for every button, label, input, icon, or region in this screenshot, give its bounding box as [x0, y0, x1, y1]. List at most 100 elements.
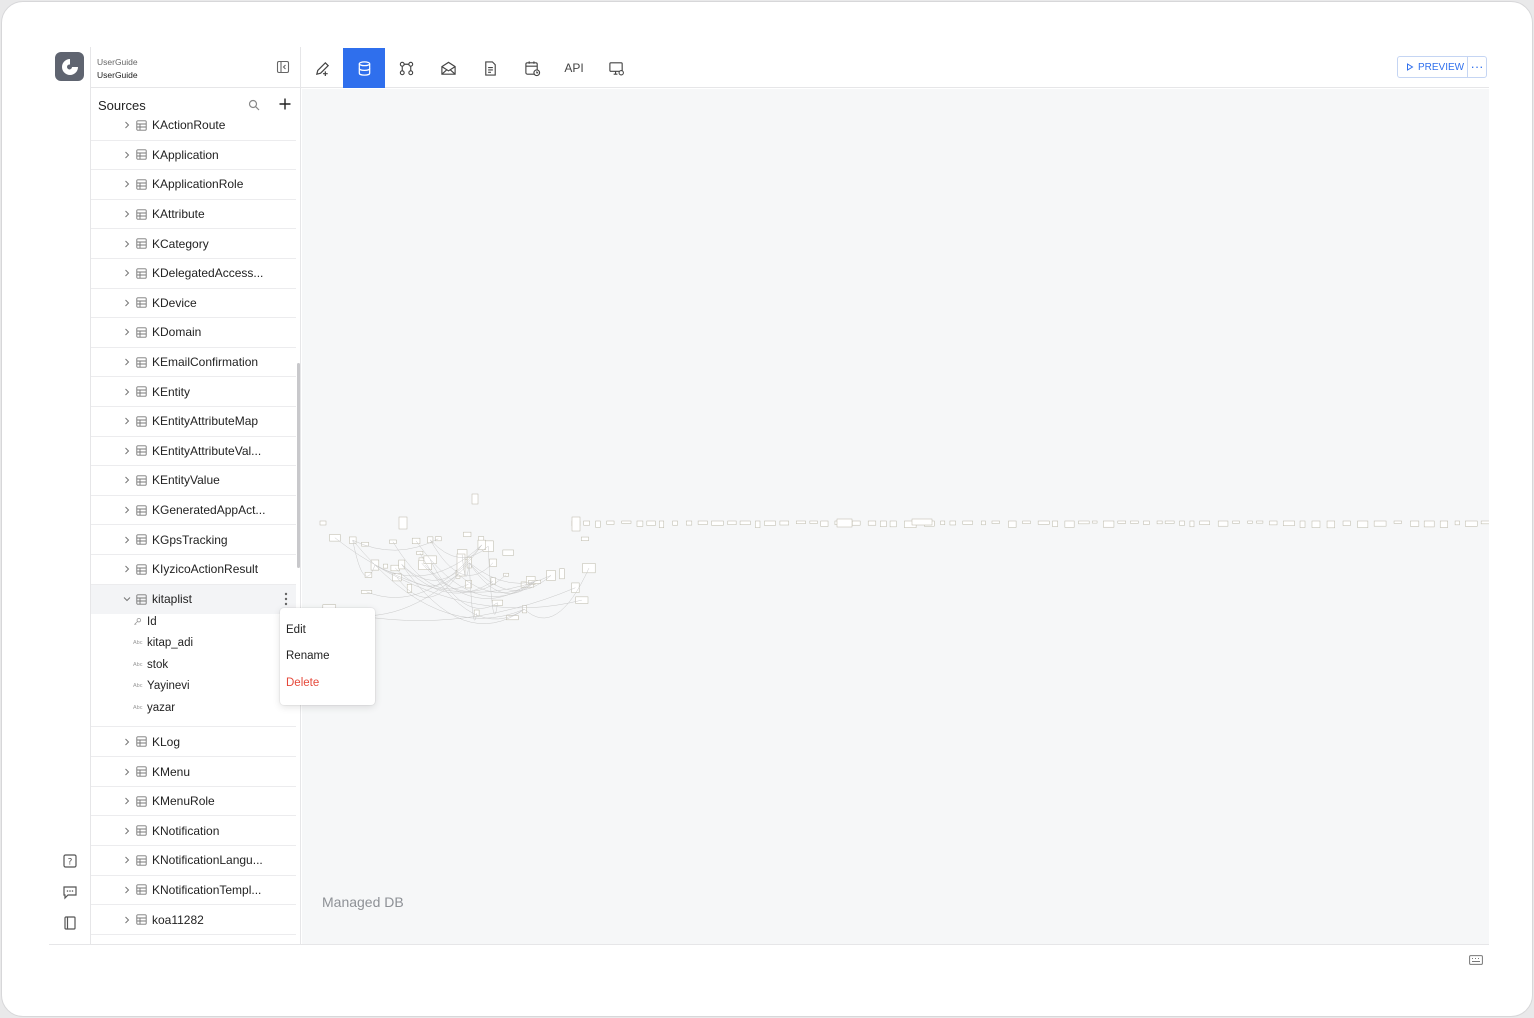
chevron-right-icon[interactable]	[122, 826, 132, 836]
table-row[interactable]: KEmailConfirmation	[91, 348, 296, 378]
menu-item-rename[interactable]: Rename	[286, 650, 329, 662]
table-row[interactable]: KLog	[91, 728, 296, 758]
chevron-right-icon[interactable]	[122, 915, 132, 925]
project-header: UserGuide UserGuide	[91, 47, 301, 88]
table-row[interactable]: koa11282	[91, 905, 296, 935]
app-logo[interactable]	[55, 52, 84, 81]
table-icon	[136, 534, 147, 545]
field-row[interactable]: Abc Yayinevi	[91, 676, 296, 698]
chevron-right-icon[interactable]	[122, 416, 132, 426]
chevron-right-icon[interactable]	[122, 150, 132, 160]
search-icon[interactable]	[248, 99, 260, 111]
table-row[interactable]: KApplication	[91, 141, 296, 171]
table-row[interactable]: KDelegatedAccess...	[91, 259, 296, 289]
chevron-right-icon[interactable]	[122, 239, 132, 249]
tab-documents[interactable]	[469, 48, 511, 88]
schema-node	[1008, 520, 1017, 528]
tab-scheduler[interactable]	[511, 48, 553, 88]
chevron-right-icon[interactable]	[122, 796, 132, 806]
table-name: KNotificationLangu...	[152, 853, 263, 868]
field-row[interactable]: Abc stok	[91, 654, 296, 676]
table-name: KEntityValue	[152, 473, 220, 488]
schema-node	[1064, 520, 1075, 528]
schema-node	[1326, 520, 1335, 529]
table-row[interactable]: KEntityAttributeVal...	[91, 437, 296, 467]
more-options-icon[interactable]: ···	[1468, 60, 1486, 73]
chevron-right-icon[interactable]	[122, 535, 132, 545]
schema-canvas[interactable]: Managed DB	[302, 89, 1489, 944]
table-row[interactable]: KNotificationTempl...	[91, 876, 296, 906]
collapse-panel-icon[interactable]	[276, 60, 290, 74]
row-menu-icon[interactable]	[283, 591, 289, 607]
chevron-right-icon[interactable]	[122, 179, 132, 189]
field-row[interactable]: Abc kitap_adi	[91, 633, 296, 655]
field-row[interactable]: Id	[91, 611, 296, 633]
context-menu: Edit Rename Delete	[280, 608, 375, 705]
table-row[interactable]: KCategory	[91, 229, 296, 259]
tab-settings[interactable]	[595, 48, 637, 88]
schema-node	[1156, 520, 1163, 525]
table-row[interactable]: KActionRoute	[91, 111, 296, 141]
menu-item-edit[interactable]: Edit	[286, 624, 306, 636]
schema-node	[583, 520, 590, 526]
chevron-right-icon[interactable]	[122, 767, 132, 777]
help-icon[interactable]: ?	[62, 853, 78, 869]
book-icon[interactable]	[62, 915, 78, 931]
chevron-right-icon[interactable]	[122, 446, 132, 456]
schema-node	[435, 536, 442, 542]
schema-node	[1269, 520, 1278, 526]
table-row[interactable]: KAttribute	[91, 200, 296, 230]
chevron-right-icon[interactable]	[122, 268, 132, 278]
chevron-right-icon[interactable]	[122, 120, 132, 130]
chevron-right-icon[interactable]	[122, 885, 132, 895]
tab-database[interactable]	[343, 48, 385, 88]
scrollbar-thumb[interactable]	[297, 363, 300, 568]
table-row[interactable]: KEntityAttributeMap	[91, 407, 296, 437]
table-row[interactable]: KIyzicoActionResult	[91, 555, 296, 585]
chevron-right-icon[interactable]	[122, 564, 132, 574]
table-row[interactable]: KNotificationLangu...	[91, 846, 296, 876]
table-row[interactable]: KMenu	[91, 757, 296, 787]
preview-button[interactable]: PREVIEW	[1398, 57, 1468, 77]
main-toolbar: API PREVIEW ···	[301, 47, 1489, 88]
tab-email[interactable]	[427, 48, 469, 88]
table-row[interactable]: KApplicationRole	[91, 170, 296, 200]
add-source-icon[interactable]	[278, 97, 292, 111]
app-shell: ? UserGuide UserGuide API PREVIEW ··· So…	[49, 47, 1489, 972]
chevron-right-icon[interactable]	[122, 475, 132, 485]
table-row[interactable]: KEntityValue	[91, 466, 296, 496]
table-row[interactable]: KGpsTracking	[91, 525, 296, 555]
field-name: Yayinevi	[147, 680, 190, 693]
schema-node	[1232, 520, 1240, 524]
table-row[interactable]: KGeneratedAppAct...	[91, 496, 296, 526]
tab-workflow[interactable]	[385, 48, 427, 88]
table-row[interactable]: KEntity	[91, 377, 296, 407]
schema-node	[636, 520, 644, 527]
schema-node	[1410, 520, 1420, 527]
table-row[interactable]: KMenuRole	[91, 787, 296, 817]
left-rail: ?	[49, 47, 91, 944]
table-row[interactable]: KDevice	[91, 289, 296, 319]
table-icon	[136, 327, 147, 338]
chevron-right-icon[interactable]	[122, 855, 132, 865]
schema-node	[764, 520, 776, 526]
schema-node	[686, 520, 693, 526]
chevron-right-icon[interactable]	[122, 209, 132, 219]
chevron-right-icon[interactable]	[122, 737, 132, 747]
feedback-icon[interactable]	[62, 884, 78, 900]
table-row[interactable]: kitaplist	[91, 584, 296, 615]
tab-api[interactable]: API	[553, 48, 595, 88]
table-row[interactable]: KDomain	[91, 318, 296, 348]
table-row[interactable]: KNotification	[91, 817, 296, 847]
field-row[interactable]: Abc yazar	[91, 697, 296, 719]
chevron-down-icon[interactable]	[122, 594, 132, 604]
chevron-right-icon[interactable]	[122, 357, 132, 367]
chevron-right-icon[interactable]	[122, 387, 132, 397]
chevron-right-icon[interactable]	[122, 327, 132, 337]
keyboard-icon[interactable]	[1469, 955, 1483, 965]
workflow-icon	[399, 61, 413, 75]
chevron-right-icon[interactable]	[122, 505, 132, 515]
chevron-right-icon[interactable]	[122, 298, 132, 308]
tab-ui-design[interactable]	[301, 48, 343, 88]
menu-item-delete[interactable]: Delete	[286, 677, 319, 689]
